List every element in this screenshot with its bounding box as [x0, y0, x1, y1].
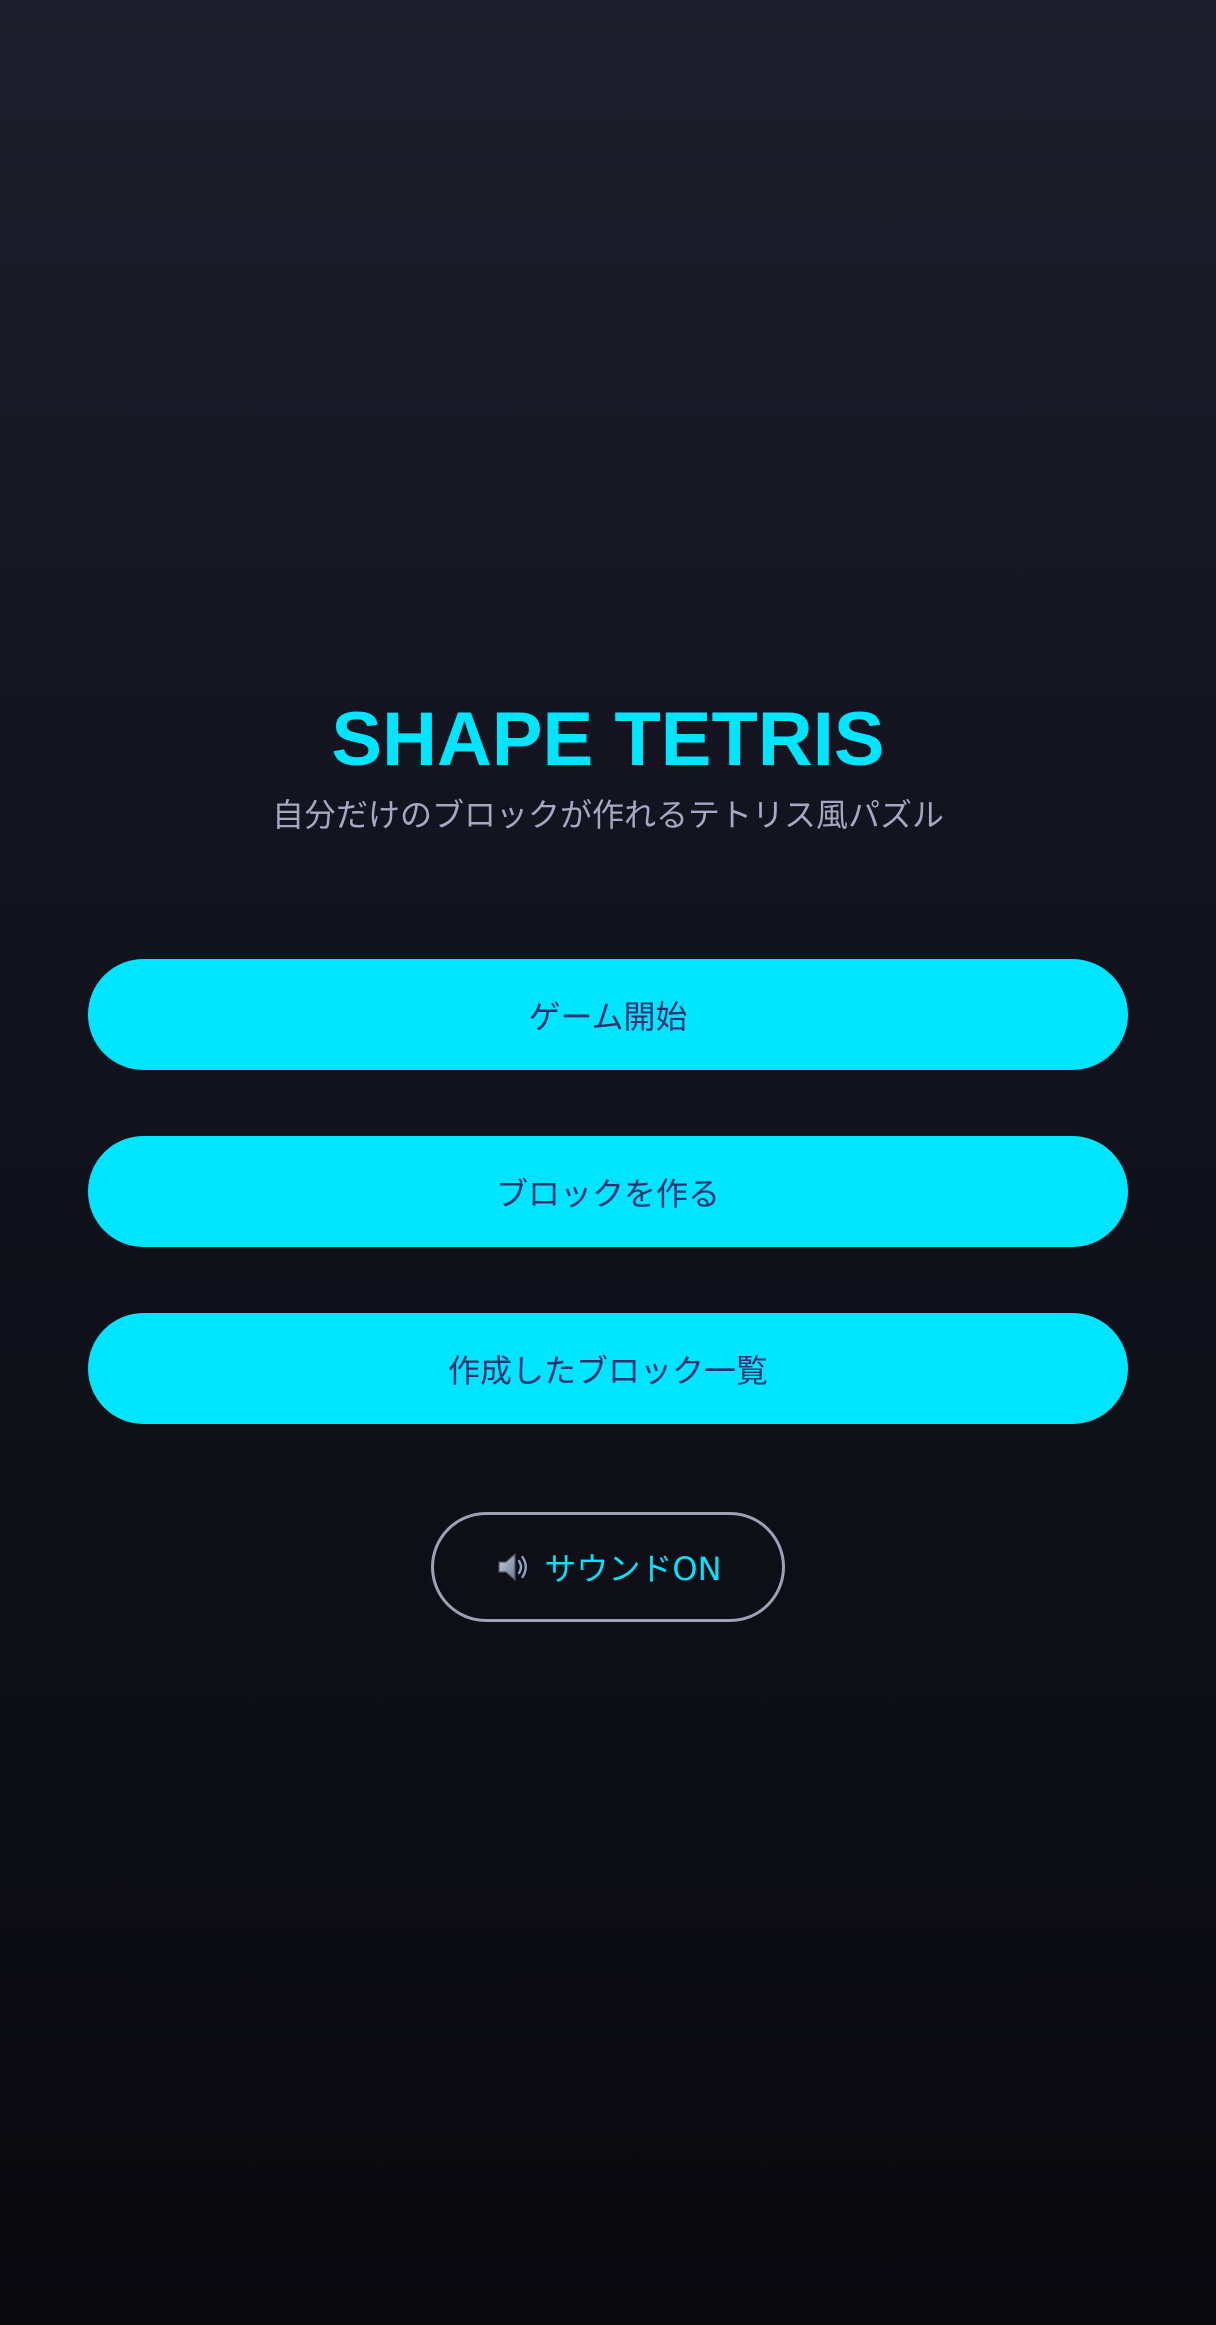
speaker-icon	[494, 1547, 534, 1587]
create-block-button[interactable]: ブロックを作る	[88, 1136, 1128, 1247]
start-game-label: ゲーム開始	[528, 997, 688, 1036]
sound-toggle-label: サウンドON	[544, 1550, 722, 1588]
sound-toggle-button[interactable]: サウンドON	[431, 1512, 785, 1622]
game-title: SHAPE TETRIS	[331, 697, 885, 782]
start-game-button[interactable]: ゲーム開始	[88, 959, 1128, 1070]
title-screen: SHAPE TETRIS 自分だけのブロックが作れるテトリス風パズル ゲーム開始…	[0, 0, 1216, 2325]
block-list-label: 作成したブロック一覧	[447, 1351, 768, 1390]
create-block-label: ブロックを作る	[495, 1174, 720, 1213]
game-subtitle: 自分だけのブロックが作れるテトリス風パズル	[271, 796, 944, 834]
block-list-button[interactable]: 作成したブロック一覧	[88, 1313, 1128, 1424]
